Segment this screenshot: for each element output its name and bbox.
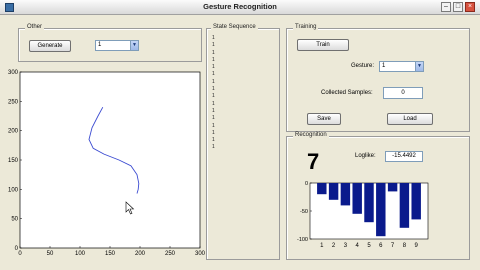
app-window: Gesture Recognition – □ × Other Generate…: [0, 0, 480, 270]
maximize-button[interactable]: □: [453, 2, 463, 12]
save-button[interactable]: Save: [307, 113, 341, 125]
training-title: Training: [293, 24, 319, 30]
bar: [364, 183, 374, 223]
bar-x-tick-label: 8: [403, 243, 407, 249]
gesture-select[interactable]: 1 ▼: [379, 61, 424, 72]
generate-button[interactable]: Generate: [29, 40, 71, 52]
x-tick-label: 150: [105, 251, 116, 257]
bar: [352, 183, 362, 214]
drawing-plot[interactable]: 0 50 100 150 200 250 300 300250200150100500: [0, 64, 206, 260]
bar-chart-x-ticks: 1 2 3 4 5 6 7 8 9: [320, 243, 418, 249]
loglike-field[interactable]: -15.4492: [385, 151, 423, 162]
other-panel-title: Other: [25, 24, 45, 30]
bar: [399, 183, 410, 228]
chevron-down-icon: ▼: [130, 41, 138, 50]
bar-x-tick-label: 5: [367, 243, 371, 249]
x-tick-label: 200: [135, 251, 146, 257]
collected-samples-label: Collected Samples:: [321, 90, 373, 96]
bar: [376, 183, 386, 237]
state-sequence-item: 1: [212, 129, 215, 136]
y-tick-label: 200: [8, 129, 19, 135]
bar-x-tick-label: 3: [344, 243, 348, 249]
loglike-label: Loglike:: [355, 153, 376, 159]
y-tick-label: 250: [8, 99, 19, 105]
other-panel: Other Generate 1 ▼: [18, 24, 202, 62]
x-tick-label: 50: [47, 251, 54, 257]
bar-y-tick-label: 0: [305, 181, 308, 187]
y-tick-label: 50: [11, 217, 18, 223]
recognition-title: Recognition: [293, 132, 329, 138]
plot-area[interactable]: [19, 71, 201, 249]
other-select[interactable]: 1 ▼: [95, 40, 139, 51]
collected-samples-field[interactable]: 0: [383, 87, 423, 99]
close-button[interactable]: ×: [465, 2, 475, 12]
load-button[interactable]: Load: [387, 113, 433, 125]
state-sequence-item: 1: [212, 122, 215, 129]
bar-y-tick-label: -100: [297, 237, 308, 243]
other-select-value: 1: [98, 42, 102, 48]
window-title: Gesture Recognition: [203, 2, 277, 11]
state-sequence-item: 1: [212, 115, 215, 122]
bar-x-tick-label: 9: [415, 243, 419, 249]
x-tick-label: 0: [18, 251, 22, 257]
y-tick-label: 100: [8, 187, 19, 193]
bar: [340, 183, 351, 206]
state-sequence-item: 1: [212, 35, 215, 41]
state-sequence-title: State Sequence: [211, 24, 258, 30]
bar-x-tick-label: 4: [356, 243, 360, 249]
gesture-label: Gesture:: [351, 63, 375, 69]
training-panel: Training Train Gesture: 1 ▼ Collected Sa…: [286, 24, 470, 132]
state-sequence-item: 1: [212, 107, 215, 114]
state-sequence-item: 1: [212, 42, 215, 49]
state-sequence-item: 1: [212, 93, 215, 100]
bar: [411, 183, 421, 220]
state-sequence-item: 1: [212, 86, 215, 93]
state-sequence-item: 1: [212, 49, 215, 56]
bar-x-tick-label: 6: [379, 243, 383, 249]
y-tick-label: 150: [8, 158, 19, 164]
state-sequence-item: 1: [212, 100, 215, 107]
state-sequence-item: 1: [212, 71, 215, 78]
train-button[interactable]: Train: [297, 39, 349, 51]
x-tick-label: 100: [75, 251, 86, 257]
state-sequence-item: 1: [212, 144, 215, 151]
y-tick-label: 300: [8, 70, 19, 76]
loglike-bar-chart: 0 -50 -100 1 2 3 4 5 6 7 8 9: [297, 181, 429, 249]
x-tick-label: 300: [195, 251, 206, 257]
state-sequence-item: 1: [212, 78, 215, 85]
bar-x-tick-label: 1: [320, 243, 324, 249]
state-sequence-item: 1: [212, 64, 215, 71]
bar-x-tick-label: 2: [332, 243, 336, 249]
bar: [387, 183, 398, 192]
bar-x-tick-label: 7: [391, 243, 395, 249]
state-sequence-list: 1111111111111111: [212, 35, 222, 152]
gesture-select-value: 1: [382, 63, 386, 69]
state-sequence-item: 1: [212, 56, 215, 63]
chevron-down-icon: ▼: [415, 62, 423, 71]
bar-y-tick-label: -50: [300, 209, 308, 215]
bar: [317, 183, 327, 195]
bar: [328, 183, 339, 200]
recognized-gesture: 7: [307, 149, 320, 174]
title-bar: Gesture Recognition – □ ×: [0, 0, 480, 15]
state-sequence-item: 1: [212, 137, 215, 144]
x-tick-label: 250: [165, 251, 176, 257]
minimize-button[interactable]: –: [441, 2, 451, 12]
